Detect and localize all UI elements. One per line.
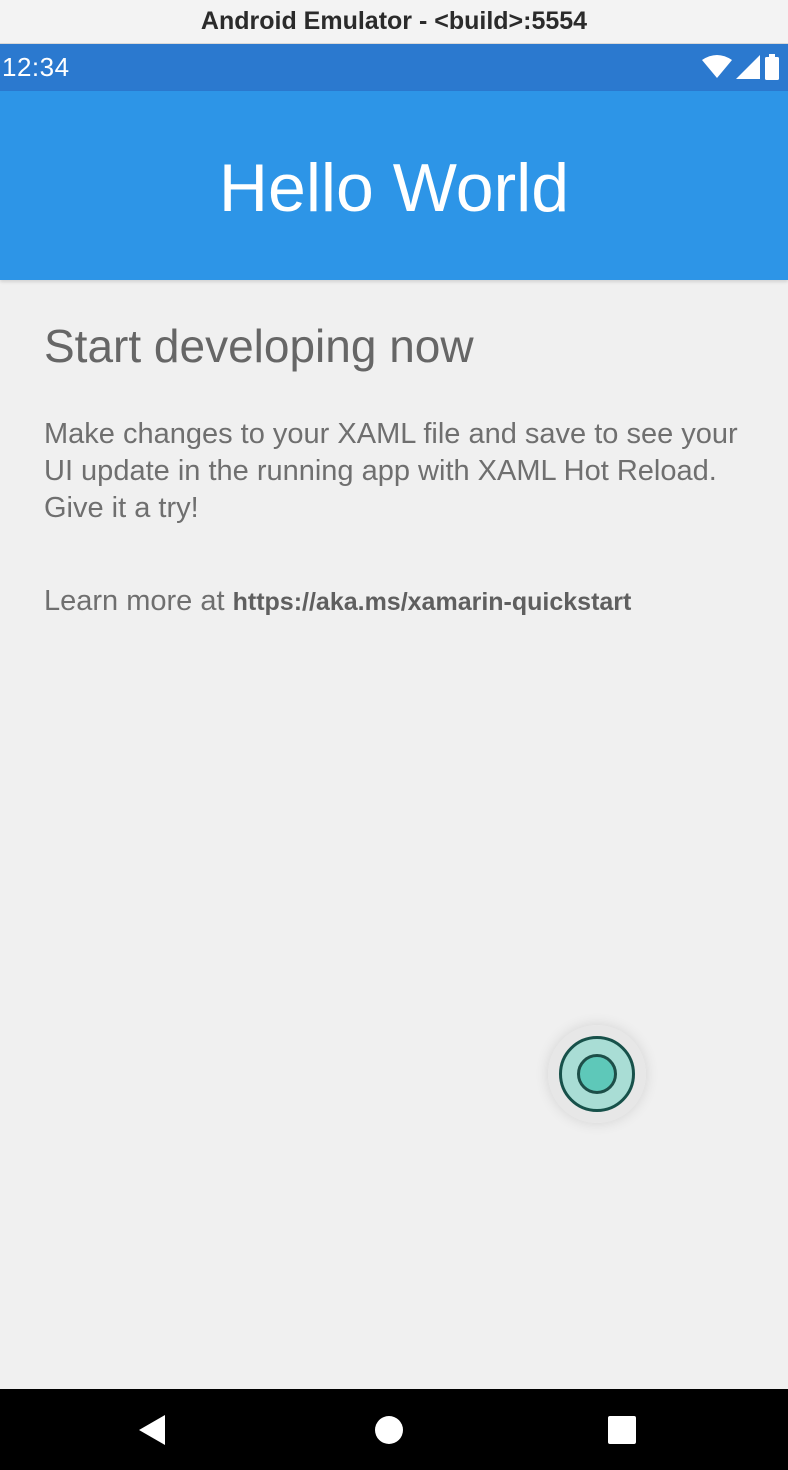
emulator-title: Android Emulator - <build>:5554	[200, 7, 588, 35]
page-heading: Start developing now	[44, 320, 474, 372]
touch-pointer-ring	[559, 1036, 635, 1112]
emulator-title-bar: Android Emulator - <build>:5554	[0, 0, 788, 44]
body-text: Make changes to your XAML file and save …	[44, 418, 738, 524]
main-content: Start developing now Make changes to you…	[44, 280, 744, 621]
battery-icon	[764, 54, 780, 80]
home-icon	[375, 1415, 403, 1444]
app-toolbar: Hello World	[0, 91, 788, 280]
back-icon	[139, 1414, 165, 1445]
learn-more-prefix: Learn more at	[44, 585, 233, 617]
cell-signal-icon	[736, 55, 760, 79]
wifi-icon	[702, 55, 732, 79]
touch-pointer-dot	[577, 1054, 617, 1094]
status-icons	[702, 54, 780, 80]
emulator-window: Android Emulator - <build>:5554 12:34 He…	[0, 0, 788, 1470]
recents-button[interactable]	[582, 1389, 662, 1470]
quickstart-link[interactable]: https://aka.ms/xamarin-quickstart	[233, 588, 632, 616]
learn-more-text: Learn more at https://aka.ms/xamarin-qui…	[44, 583, 744, 621]
recents-icon	[608, 1415, 636, 1444]
android-nav-bar	[0, 1389, 788, 1470]
android-status-bar: 12:34	[0, 44, 788, 91]
touch-pointer-indicator	[548, 1025, 646, 1123]
back-button[interactable]	[113, 1389, 193, 1470]
home-button[interactable]	[349, 1389, 429, 1470]
toolbar-title: Hello World	[218, 149, 570, 226]
status-time: 12:34	[2, 52, 70, 82]
